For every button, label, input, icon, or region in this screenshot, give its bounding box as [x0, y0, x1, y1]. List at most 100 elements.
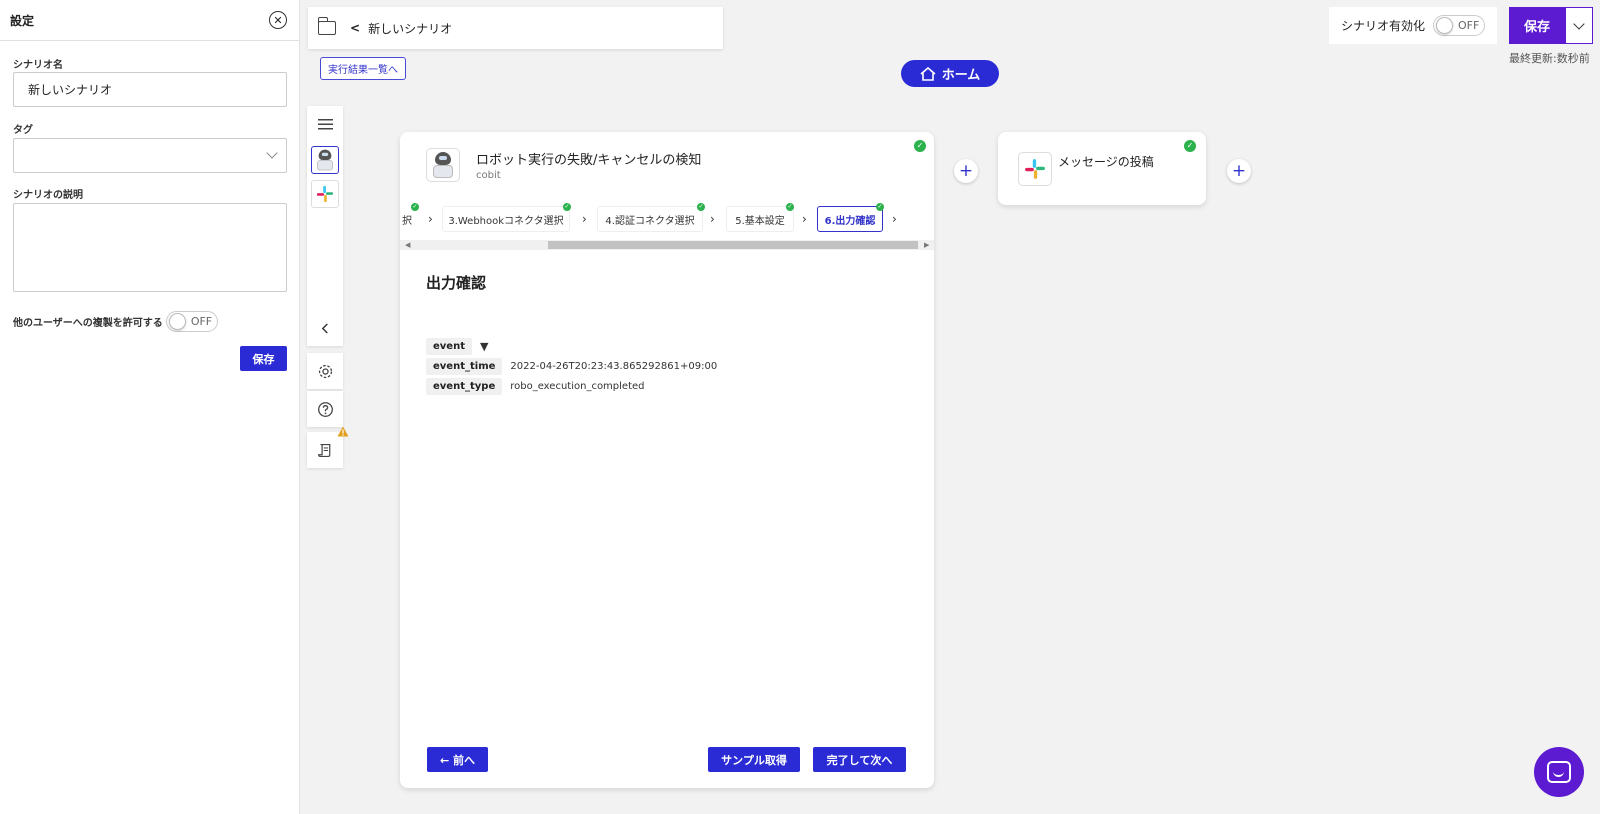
- tag-label: タグ: [13, 125, 33, 136]
- home-label: ホーム: [941, 68, 981, 83]
- robot-step-button[interactable]: [311, 146, 339, 174]
- check-icon: ✓: [914, 140, 926, 152]
- slack-avatar: [1018, 152, 1052, 186]
- save-button[interactable]: 保存: [1509, 7, 1565, 44]
- robot-card-title: ロボット実行の失敗/キャンセルの検知: [476, 153, 702, 168]
- toggle-knob: [1436, 17, 1454, 34]
- step-scrollbar[interactable]: ◀ ▶: [400, 240, 934, 250]
- breadcrumb: < 新しいシナリオ: [308, 7, 723, 49]
- robot-icon: [317, 149, 333, 171]
- robot-card-header: ロボット実行の失敗/キャンセルの検知 cobit: [426, 148, 701, 182]
- help-button[interactable]: [307, 391, 343, 427]
- list-icon: [317, 118, 333, 130]
- save-split-button: 保存: [1509, 7, 1593, 44]
- chat-icon: [1547, 761, 1571, 783]
- robot-step-card: ロボット実行の失敗/キャンセルの検知 cobit ✓ 択 ✓ › 3.Webho…: [400, 132, 934, 788]
- activate-toggle[interactable]: OFF: [1433, 15, 1486, 36]
- check-icon: ✓: [411, 203, 419, 211]
- step-tab-6[interactable]: 6.出力確認: [817, 206, 883, 232]
- plus-icon: +: [958, 160, 974, 181]
- field-value: robo_execution_completed: [510, 381, 645, 392]
- output-field-event-time: event_time 2022-04-26T20:23:43.865292861…: [426, 358, 717, 375]
- plus-icon: +: [1231, 160, 1247, 181]
- scroll-thumb[interactable]: [548, 241, 918, 249]
- field-key: event_time: [426, 358, 503, 375]
- robot-icon: [433, 152, 453, 178]
- add-step-button[interactable]: +: [1227, 159, 1251, 183]
- slack-step-card[interactable]: メッセージの投稿 ✓: [998, 132, 1206, 205]
- scroll-right-icon[interactable]: ▶: [924, 240, 929, 250]
- home-button[interactable]: ホーム: [901, 60, 999, 87]
- scenario-title: 新しいシナリオ: [368, 21, 453, 36]
- output-field-event[interactable]: event ▼: [426, 338, 488, 355]
- logs-button[interactable]: [307, 426, 349, 468]
- activate-label: シナリオ有効化: [1341, 19, 1426, 33]
- script-icon: [317, 443, 330, 457]
- fetch-sample-button[interactable]: サンプル取得: [708, 747, 800, 772]
- check-icon: ✓: [876, 203, 884, 211]
- step-tab-4[interactable]: 4.認証コネクタ選択: [597, 206, 703, 232]
- toggle-state: OFF: [190, 315, 213, 328]
- chevron-right-icon: ›: [802, 212, 807, 226]
- step-tab-3[interactable]: 3.Webhookコネクタ選択: [442, 206, 570, 232]
- collapse-button[interactable]: [307, 310, 343, 346]
- settings-panel: 設定 ✕ シナリオ名 新しいシナリオ タグ シナリオの説明 他のユーザーへの複製…: [0, 0, 300, 814]
- slack-card-title: メッセージの投稿: [1058, 155, 1154, 169]
- field-key: event: [426, 338, 472, 355]
- last-update: 最終更新:数秒前: [1509, 52, 1590, 65]
- slack-icon: [1025, 159, 1045, 179]
- toggle-state: OFF: [1458, 19, 1480, 32]
- field-key: event_type: [426, 378, 503, 395]
- chevron-right-icon: ›: [428, 212, 433, 226]
- check-icon: ✓: [786, 203, 794, 211]
- complete-next-button[interactable]: 完了して次へ: [813, 747, 906, 772]
- slack-icon: [316, 185, 334, 203]
- gear-icon: [318, 364, 332, 378]
- copy-permission-row: 他のユーザーへの複製を許可する OFF: [13, 311, 218, 332]
- slack-step-button[interactable]: [311, 180, 339, 208]
- settings-button[interactable]: [307, 353, 343, 389]
- output-field-event-type: event_type robo_execution_completed: [426, 378, 645, 395]
- prev-button[interactable]: ← 前へ: [427, 747, 488, 772]
- chevron-down-icon: [1573, 17, 1585, 30]
- results-list-link[interactable]: 実行結果一覧へ: [320, 57, 406, 80]
- description-textarea[interactable]: [13, 203, 287, 292]
- chevron-right-icon: ›: [710, 212, 715, 226]
- check-icon: ✓: [697, 203, 705, 211]
- list-button[interactable]: [307, 106, 343, 142]
- scroll-left-icon[interactable]: ◀: [405, 240, 410, 250]
- scenario-name-input[interactable]: 新しいシナリオ: [13, 72, 287, 107]
- step-tabs: 択 ✓ › 3.Webhookコネクタ選択 ✓ › 4.認証コネクタ選択 ✓ ›…: [400, 203, 934, 234]
- robot-avatar: [426, 148, 460, 182]
- help-icon: [317, 401, 333, 417]
- warning-icon: [337, 426, 349, 437]
- settings-save-button[interactable]: 保存: [240, 346, 287, 371]
- robot-card-subtitle: cobit: [476, 170, 501, 181]
- home-icon: [920, 66, 936, 81]
- tag-select[interactable]: [13, 138, 287, 173]
- chevron-left-icon: [321, 322, 328, 334]
- add-step-button[interactable]: +: [954, 159, 978, 183]
- chevron-right-icon[interactable]: ›: [892, 212, 897, 226]
- check-icon: ✓: [563, 203, 571, 211]
- toggle-knob: [168, 313, 186, 330]
- chevron-left-icon[interactable]: <: [350, 21, 360, 35]
- settings-header: 設定 ✕: [0, 0, 299, 41]
- chevron-right-icon: ›: [582, 212, 587, 226]
- chat-button[interactable]: [1534, 747, 1584, 797]
- folder-icon[interactable]: [317, 17, 336, 35]
- step-tab-5[interactable]: 5.基本設定: [726, 206, 794, 232]
- copy-permission-toggle[interactable]: OFF: [165, 311, 218, 332]
- tool-strip: [307, 106, 343, 346]
- save-dropdown-button[interactable]: [1565, 7, 1593, 44]
- copy-permission-label: 他のユーザーへの複製を許可する: [13, 318, 163, 329]
- activate-box: シナリオ有効化 OFF: [1329, 7, 1497, 44]
- caret-down-icon[interactable]: ▼: [480, 340, 488, 353]
- description-label: シナリオの説明: [13, 190, 83, 201]
- settings-title: 設定: [10, 13, 35, 28]
- section-title: 出力確認: [426, 274, 487, 292]
- scenario-name-label: シナリオ名: [13, 60, 63, 71]
- check-icon: ✓: [1184, 140, 1196, 152]
- chevron-down-icon: [266, 147, 278, 159]
- close-icon[interactable]: ✕: [269, 11, 287, 29]
